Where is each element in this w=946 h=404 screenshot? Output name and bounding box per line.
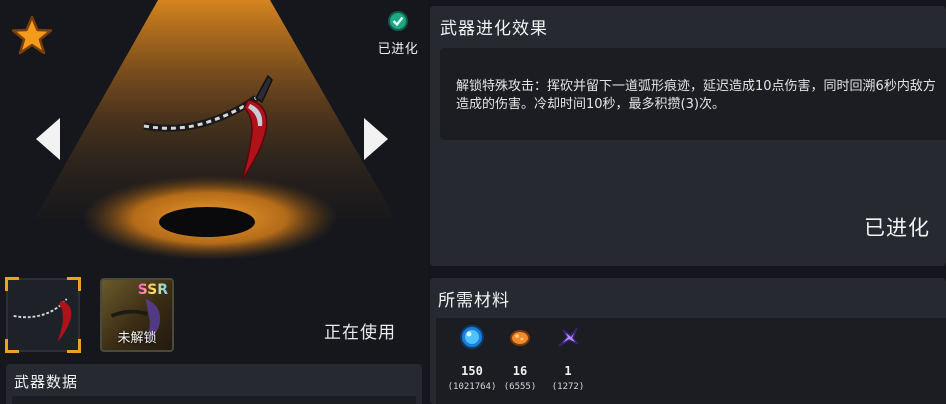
- evolved-badge-label: 已进化: [377, 42, 419, 57]
- material-required: 1: [564, 364, 572, 378]
- evolution-description: 解锁特殊攻击：挥砍并留下一道弧形痕迹，延迟造成10点伤害，同时回溯6秒内敌方造成…: [456, 79, 936, 112]
- arrow-right-icon[interactable]: [360, 116, 392, 162]
- material-required: 150: [461, 364, 483, 378]
- weapon-stage: 已进化: [0, 0, 428, 268]
- star-icon[interactable]: [10, 14, 54, 58]
- arrow-left-icon[interactable]: [32, 116, 64, 162]
- check-circle-icon: [388, 11, 408, 31]
- evolution-effect-card: 武器进化效果 解锁特殊攻击：挥砍并留下一道弧形痕迹，延迟造成10点伤害，同时回溯…: [430, 6, 946, 266]
- evolution-effect-title: 武器进化效果: [440, 19, 548, 39]
- evolution-description-box: 解锁特殊攻击：挥砍并留下一道弧形痕迹，延迟造成10点伤害，同时回溯6秒内敌方造成…: [440, 48, 946, 140]
- material-item[interactable]: 150 (1021764): [447, 324, 497, 392]
- weapon-stats-card: 武器数据: [6, 364, 422, 404]
- rarity-badge: SSR: [137, 282, 168, 298]
- scythe-weapon-sprite: [143, 74, 273, 181]
- material-owned: (6555): [503, 382, 537, 392]
- weapon-preview-panel: 已进化 SSR 未解锁 正在使用 武器数据: [0, 0, 428, 404]
- weapon-stats-body: [12, 396, 416, 404]
- weapon-variants-row: SSR 未解锁 正在使用: [0, 270, 428, 362]
- material-required: 16: [512, 364, 528, 378]
- required-materials-card: 所需材料 150 (1021764) 16 (6555) 1 (1272): [430, 278, 946, 404]
- blue-gem-icon: [460, 325, 484, 349]
- material-item[interactable]: 16 (6555): [495, 324, 545, 392]
- purple-shard-icon: [558, 327, 579, 347]
- weapon-stats-title: 武器数据: [14, 373, 79, 391]
- materials-list: 150 (1021764) 16 (6555) 1 (1272): [436, 318, 946, 404]
- in-use-label: 正在使用: [324, 323, 396, 343]
- material-owned: (1272): [551, 382, 585, 392]
- material-item[interactable]: 1 (1272): [543, 324, 593, 392]
- evolution-status: 已进化: [864, 216, 930, 240]
- orange-ore-icon: [510, 330, 530, 346]
- evolved-badge: 已进化: [372, 10, 424, 57]
- locked-label: 未解锁: [117, 331, 157, 346]
- material-owned: (1021764): [447, 382, 497, 392]
- required-materials-title: 所需材料: [438, 291, 510, 311]
- variant-thumbnail-locked[interactable]: SSR 未解锁: [100, 278, 174, 352]
- variant-thumbnail-selected[interactable]: [5, 277, 81, 353]
